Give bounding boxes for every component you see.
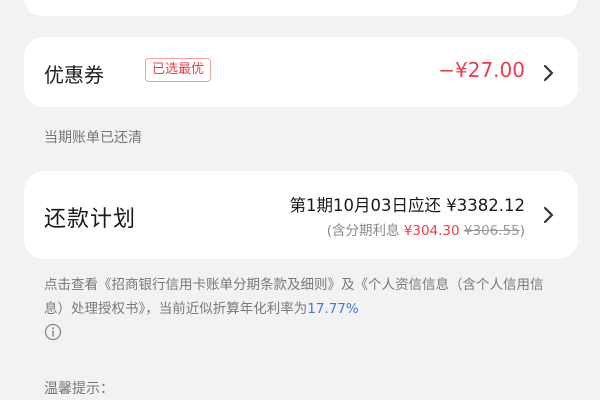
installment-interest-info: (含分期利息 ¥304.30 ¥306.55): [327, 219, 525, 239]
annual-rate: 17.77%: [307, 301, 359, 317]
installment-due-amount: 第1期10月03日应还 ¥3382.12: [289, 196, 525, 215]
terms-text: 点击查看《招商银行信用卡账单分期条款及细则》及《个人资信信息（含个人信用信息）处…: [44, 277, 544, 317]
best-selected-badge: 已选最优: [145, 58, 212, 82]
coupon-row[interactable]: 优惠券 已选最优 −¥27.00: [24, 37, 578, 107]
coupon-label: 优惠券: [44, 63, 104, 87]
coupon-discount-amount: −¥27.00: [438, 58, 525, 82]
interest-prefix: (含分期利息: [326, 223, 404, 239]
chevron-right-icon: [542, 205, 556, 225]
info-icon[interactable]: [44, 323, 62, 341]
interest-suffix: ): [519, 223, 525, 239]
bill-status-text: 当期账单已还清: [44, 130, 142, 146]
terms-notice[interactable]: 点击查看《招商银行信用卡账单分期条款及细则》及《个人资信信息（含个人信用信息）处…: [44, 273, 554, 345]
repayment-plan-row[interactable]: 还款计划 第1期10月03日应还 ¥3382.12 (含分期利息 ¥304.30…: [24, 171, 578, 259]
installment-interest: ¥304.30: [403, 223, 460, 239]
original-interest: ¥306.55: [463, 223, 520, 239]
chevron-right-icon: [542, 63, 556, 83]
previous-card: [24, 0, 578, 16]
repayment-plan-label: 还款计划: [44, 207, 137, 232]
tips-title: 温馨提示：: [44, 381, 114, 397]
